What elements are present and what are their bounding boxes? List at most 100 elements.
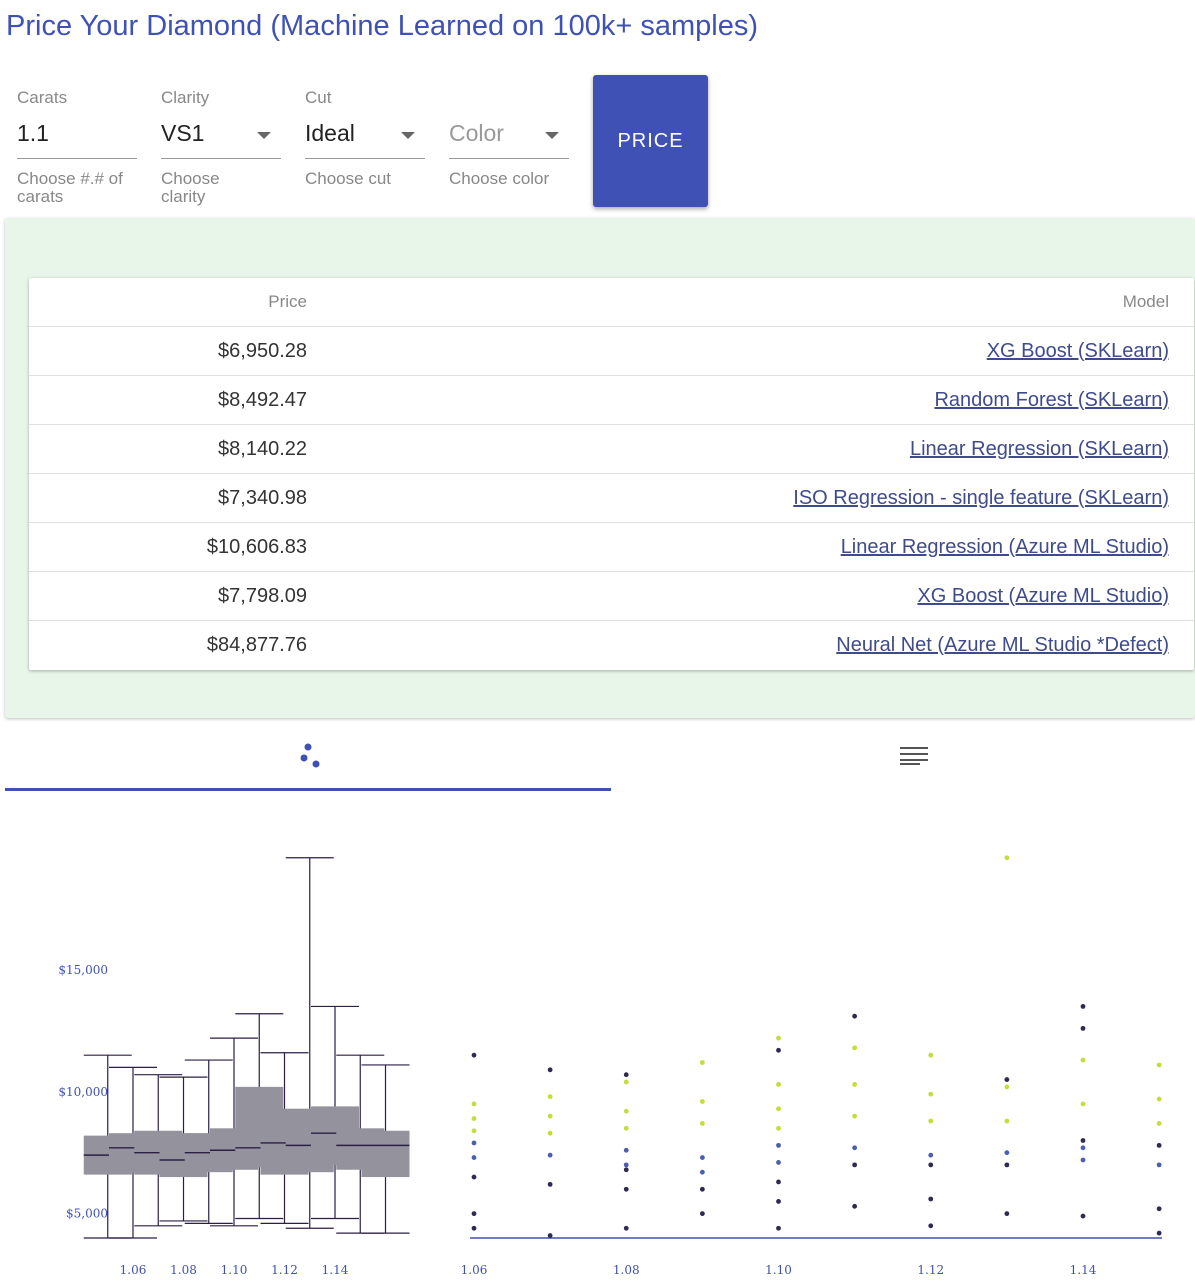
results-table: Price Model $6,950.28 XG Boost (SKLearn)… (29, 278, 1194, 669)
scatter-point (1156, 1230, 1162, 1236)
scatter-point (776, 1125, 781, 1131)
scatter-point (1004, 1162, 1010, 1168)
scatter-point (623, 1072, 629, 1078)
box-plot-chart: $5,000 $10,000 $15,000 1.06 1.08 1.10 1.12 1.14 (58, 857, 410, 1277)
scatter-point (699, 1121, 705, 1126)
page-title: Price Your Diamond (Machine Learned on 1… (6, 10, 759, 42)
y-tick-label: $15,000 (58, 963, 108, 977)
x-tick-label: 1.14 (1070, 1263, 1097, 1277)
scatter-point (1004, 1084, 1010, 1090)
model-cell: XG Boost (Azure ML Studio) (307, 571, 1194, 621)
scatter-point (623, 1167, 629, 1173)
scatter-point (776, 1199, 781, 1204)
y-tick-label: $10,000 (58, 1085, 108, 1099)
scatter-point (547, 1094, 553, 1100)
carats-label: Carats (17, 88, 68, 107)
color-helper: Choose color (449, 169, 550, 188)
color-placeholder: Color (449, 120, 504, 146)
x-tick-label: 1.10 (765, 1263, 792, 1277)
price-cell: $7,340.98 (29, 473, 307, 523)
scatter-point (776, 1160, 781, 1165)
scatter-point (1156, 1121, 1162, 1126)
carats-input[interactable]: 1.1 (17, 118, 137, 159)
results-table-card: Price Model $6,950.28 XG Boost (SKLearn)… (29, 278, 1194, 670)
scatter-point (699, 1169, 705, 1175)
cut-value: Ideal (305, 120, 355, 146)
model-link[interactable]: ISO Regression - single feature (SKLearn… (793, 487, 1169, 509)
scatter-point (852, 1203, 858, 1209)
table-row: $7,340.98 ISO Regression - single featur… (29, 473, 1194, 523)
model-link[interactable]: Linear Regression (SKLearn) (910, 438, 1169, 460)
scatter-point (1080, 1004, 1086, 1009)
scatter-point (471, 1128, 477, 1134)
scatter-point (699, 1099, 705, 1104)
model-column-header[interactable]: Model (307, 278, 1194, 327)
scatter-point (547, 1181, 553, 1187)
model-link[interactable]: XG Boost (SKLearn) (987, 340, 1169, 362)
scatter-point (1156, 1062, 1162, 1068)
cut-label: Cut (305, 88, 332, 107)
scatter-point (471, 1174, 477, 1180)
scatter-point (623, 1162, 629, 1168)
price-cell: $7,798.09 (29, 571, 307, 621)
scatter-point (471, 1155, 477, 1160)
scatter-point (1004, 1150, 1010, 1156)
model-link[interactable]: Random Forest (SKLearn) (934, 389, 1169, 411)
scatter-point (1080, 1025, 1086, 1031)
tab-list[interactable] (611, 730, 1195, 790)
list-lines-icon (900, 747, 928, 765)
model-link[interactable]: Linear Regression (Azure ML Studio) (841, 536, 1169, 558)
scatter-point (928, 1052, 934, 1058)
scatter-point (623, 1225, 629, 1231)
scatter-point (928, 1223, 934, 1229)
active-tab-indicator (5, 788, 611, 791)
scatter-point (1156, 1096, 1162, 1102)
scatter-point (699, 1155, 705, 1160)
scatter-point (928, 1162, 934, 1168)
scatter-point (928, 1091, 934, 1097)
x-tick-label: 1.12 (917, 1263, 944, 1277)
model-cell: Linear Regression (Azure ML Studio) (307, 522, 1194, 572)
scatter-point (471, 1116, 477, 1121)
table-row: $8,140.22 Linear Regression (SKLearn) (29, 424, 1194, 474)
scatter-point (699, 1211, 705, 1217)
scatter-point (852, 1082, 858, 1087)
scatter-point (547, 1067, 553, 1073)
results-panel: Price Model $6,950.28 XG Boost (SKLearn)… (5, 218, 1195, 718)
price-cell: $8,140.22 (29, 424, 307, 474)
price-column-header[interactable]: Price (29, 278, 307, 327)
carats-helper: Choose #.# of carats (17, 169, 123, 206)
cut-select[interactable]: Ideal (305, 118, 425, 159)
scatter-point (852, 1045, 858, 1051)
x-tick-label: 1.08 (170, 1263, 197, 1277)
price-button[interactable]: PRICE (593, 75, 708, 207)
model-link[interactable]: Neural Net (Azure ML Studio *Defect) (836, 634, 1169, 656)
cut-field[interactable]: Cut Ideal Choose cut (305, 88, 425, 188)
scatter-point (1156, 1162, 1162, 1168)
x-tick-label: 1.14 (322, 1263, 349, 1277)
scatter-point (1004, 855, 1010, 861)
scatter-point (852, 1113, 858, 1119)
model-cell: Linear Regression (SKLearn) (307, 424, 1194, 474)
scatter-point (776, 1082, 781, 1087)
tab-scatter[interactable] (5, 730, 611, 790)
scatter-point (471, 1101, 477, 1107)
scatter-point (1080, 1157, 1086, 1163)
y-tick-label: $5,000 (66, 1207, 108, 1221)
scatter-point (471, 1225, 477, 1231)
scatter-point (1004, 1118, 1010, 1124)
clarity-field[interactable]: Clarity VS1 Choose clarity (161, 88, 281, 206)
scatter-point (623, 1186, 629, 1192)
carats-field[interactable]: Carats 1.1 Choose #.# of carats (17, 88, 137, 206)
clarity-value: VS1 (161, 120, 205, 146)
color-select[interactable]: Color (449, 118, 569, 159)
scatter-point (776, 1106, 781, 1112)
clarity-select[interactable]: VS1 (161, 118, 281, 159)
scatter-point (852, 1145, 858, 1151)
model-link[interactable]: XG Boost (Azure ML Studio) (917, 585, 1169, 607)
scatter-plot-chart: 1.06 1.08 1.10 1.12 1.14 (461, 855, 1162, 1277)
scatter-point (471, 1140, 477, 1146)
scatter-dots-icon (300, 743, 320, 768)
scatter-point (852, 1013, 858, 1019)
scatter-point (776, 1047, 781, 1053)
